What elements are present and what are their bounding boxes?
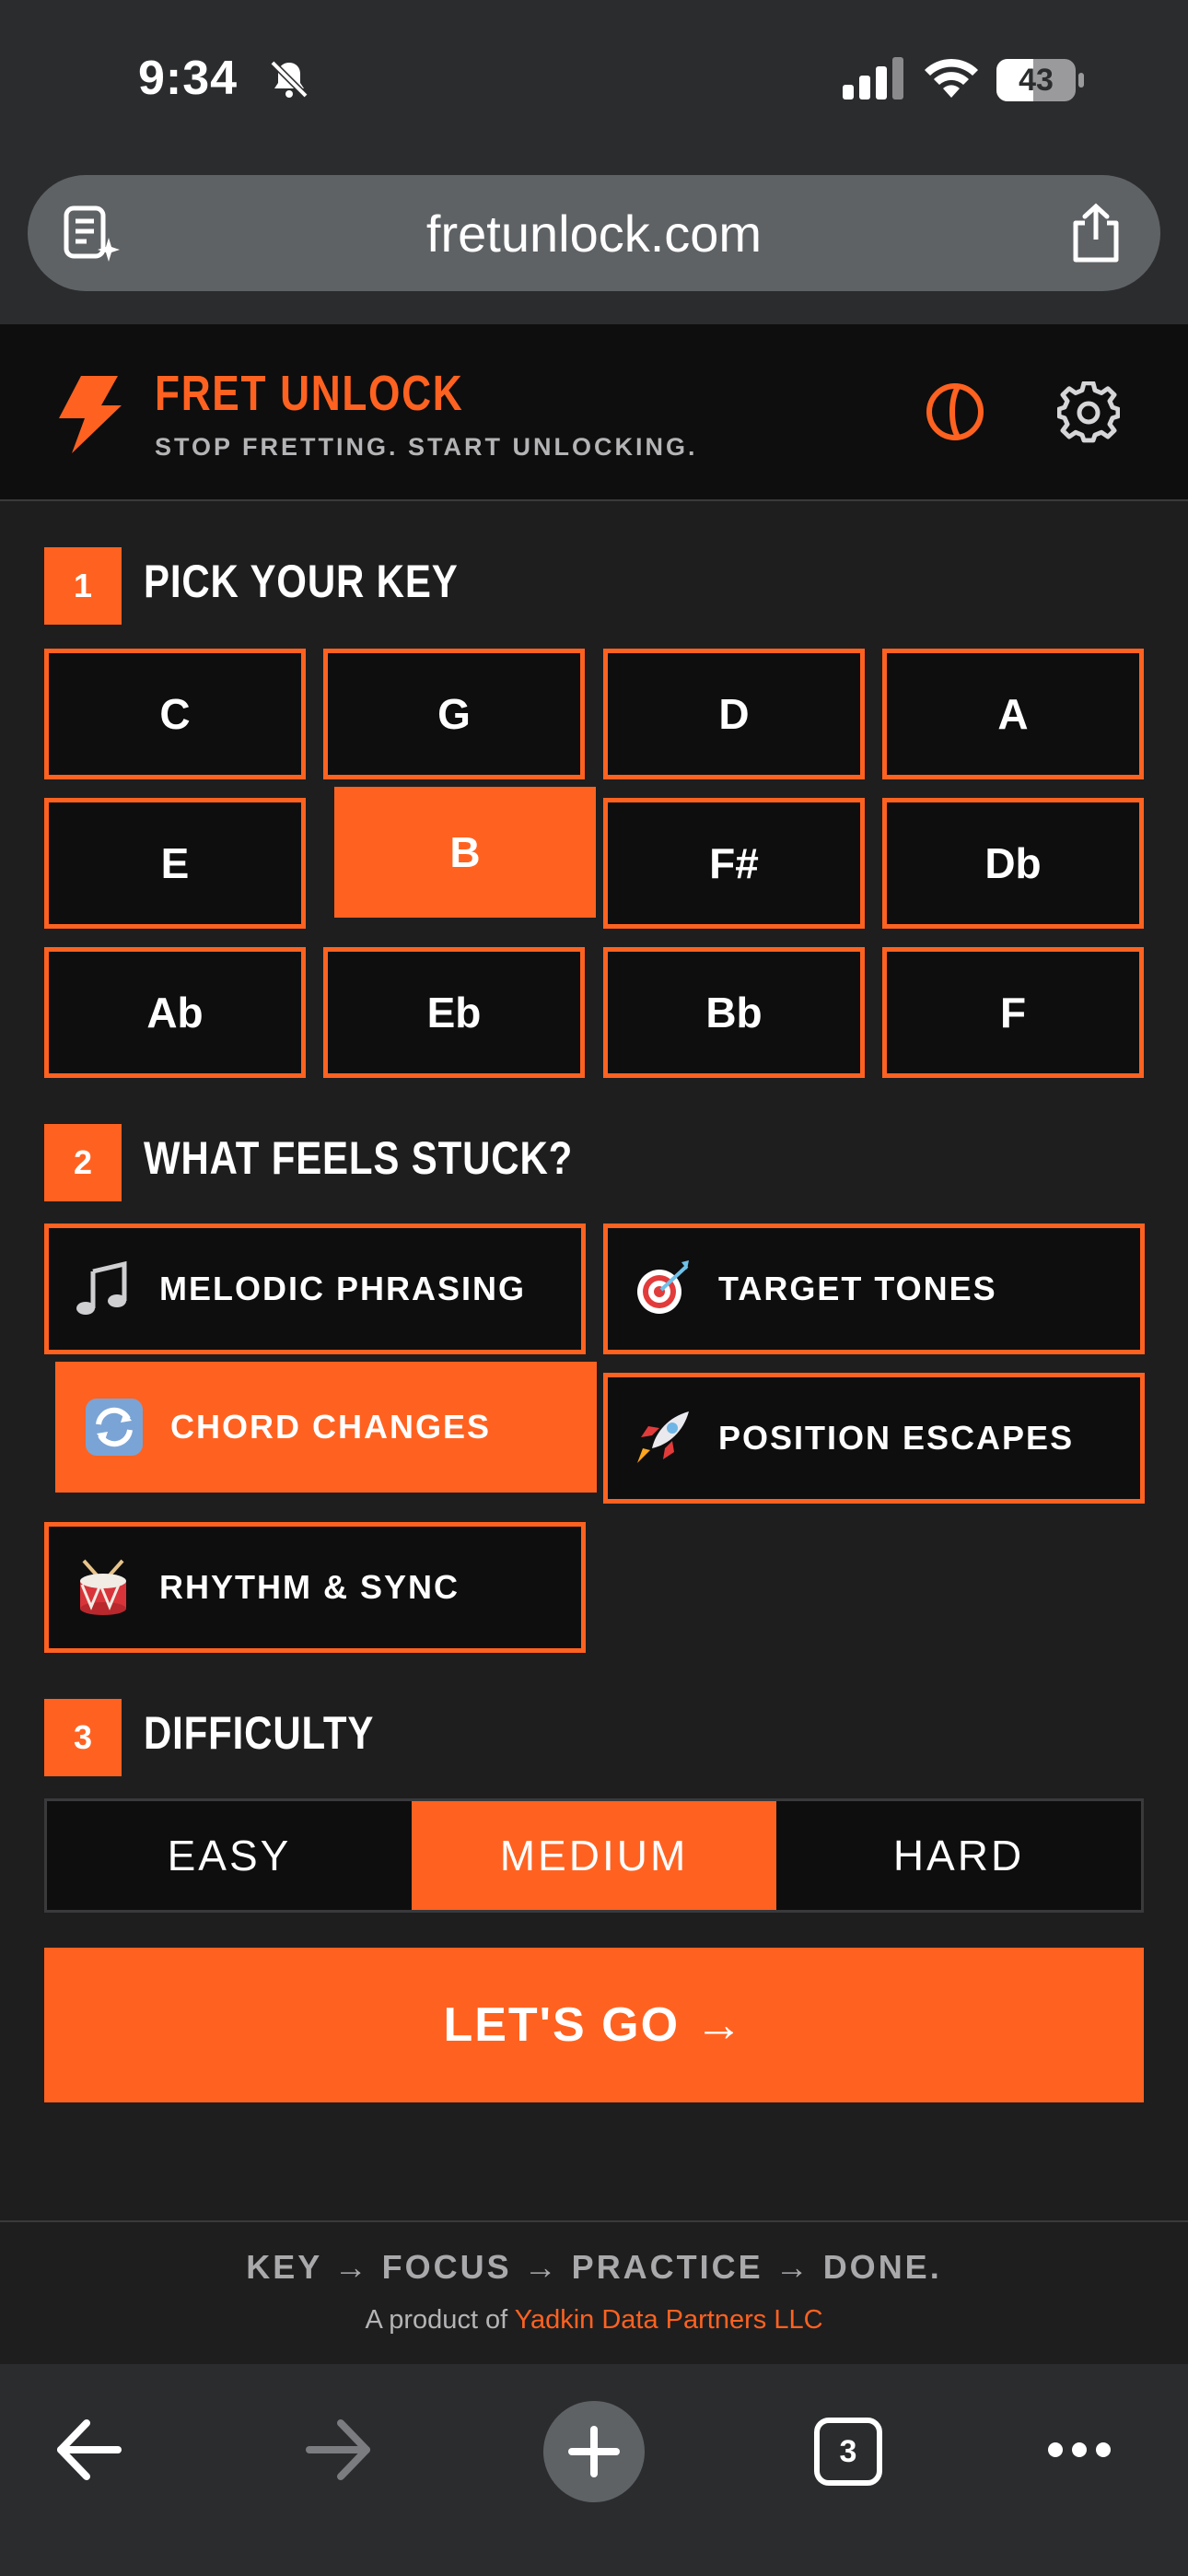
step-2-title: WHAT FEELS STUCK? [144, 1132, 574, 1184]
key-button-d-flat[interactable]: Db [882, 798, 1144, 929]
address-bar[interactable]: fretunlock.com [28, 175, 1160, 291]
target-icon [637, 1260, 689, 1314]
footer-flow: KEY → FOCUS → PRACTICE → DONE. [246, 2248, 942, 2286]
new-tab-button[interactable] [543, 2401, 645, 2502]
difficulty-hard[interactable]: HARD [776, 1801, 1141, 1910]
difficulty-medium-selected[interactable]: MEDIUM [412, 1801, 776, 1910]
forward-arrow-icon[interactable] [304, 2418, 374, 2482]
focus-position-escapes[interactable]: POSITION ESCAPES [603, 1373, 1145, 1504]
lets-go-button[interactable]: LET'S GO → [44, 1948, 1144, 2102]
key-button-b-selected[interactable]: B [334, 787, 596, 918]
wifi-icon [925, 58, 978, 98]
back-arrow-icon[interactable] [53, 2418, 123, 2482]
focus-label: RHYTHM & SYNC [159, 1568, 460, 1606]
brand-title: FRET UNLOCK [155, 366, 464, 421]
url-text[interactable]: fretunlock.com [28, 175, 1160, 291]
key-button-a-flat[interactable]: Ab [44, 947, 306, 1078]
key-button-c[interactable]: C [44, 649, 306, 779]
music-notes-icon [76, 1260, 127, 1315]
share-icon[interactable] [1068, 203, 1124, 263]
battery-level: 43 [1019, 62, 1054, 98]
focus-chord-changes-selected[interactable]: CHORD CHANGES [55, 1362, 597, 1493]
step-2-badge: 2 [44, 1124, 122, 1201]
footer-credit: A product of Yadkin Data Partners LLC [0, 2305, 1188, 2336]
key-button-f-sharp[interactable]: F# [603, 798, 865, 929]
key-button-g[interactable]: G [323, 649, 585, 779]
focus-rhythm-sync[interactable]: RHYTHM & SYNC [44, 1522, 586, 1653]
focus-label: TARGET TONES [718, 1270, 997, 1307]
drum-icon [80, 1559, 126, 1615]
key-button-f[interactable]: F [882, 947, 1144, 1078]
status-time: 9:34 [138, 52, 239, 105]
bolt-icon [59, 376, 122, 453]
focus-melodic-phrasing[interactable]: MELODIC PHRASING [44, 1224, 586, 1354]
bell-slash-icon [270, 60, 309, 99]
cycle-arrows-icon [86, 1399, 143, 1456]
gear-icon[interactable] [1057, 381, 1120, 444]
step-3-badge: 3 [44, 1699, 122, 1776]
browser-toolbar: 3 [0, 2364, 1188, 2576]
focus-label: POSITION ESCAPES [718, 1419, 1075, 1457]
plus-icon [568, 2426, 620, 2477]
key-button-a[interactable]: A [882, 649, 1144, 779]
brand-tagline: STOP FRETTING. START UNLOCKING. [155, 433, 698, 461]
focus-label: MELODIC PHRASING [159, 1270, 527, 1307]
signal-icon [843, 57, 903, 100]
difficulty-selector: EASY MEDIUM HARD [44, 1798, 1144, 1913]
key-button-b-flat[interactable]: Bb [603, 947, 865, 1078]
key-button-e-flat[interactable]: Eb [323, 947, 585, 1078]
difficulty-easy[interactable]: EASY [47, 1801, 412, 1910]
step-3-title: DIFFICULTY [144, 1707, 375, 1759]
browser-address-area: fretunlock.com [0, 157, 1188, 324]
credit-prefix: A product of [365, 2305, 515, 2335]
app-header: FRET UNLOCK STOP FRETTING. START UNLOCKI… [0, 324, 1188, 501]
more-icon[interactable] [1046, 2436, 1112, 2464]
focus-label: CHORD CHANGES [170, 1408, 492, 1446]
status-bar: 9:34 43 [0, 0, 1188, 157]
footer: KEY → FOCUS → PRACTICE → DONE. A product… [0, 2220, 1188, 2364]
key-button-e[interactable]: E [44, 798, 306, 929]
company-link[interactable]: Yadkin Data Partners LLC [515, 2305, 823, 2335]
focus-target-tones[interactable]: TARGET TONES [603, 1224, 1145, 1354]
guitar-pick-icon[interactable] [925, 381, 985, 442]
step-1-badge: 1 [44, 547, 122, 625]
step-1-title: PICK YOUR KEY [144, 556, 459, 607]
rocket-icon [637, 1411, 689, 1463]
tabs-icon[interactable]: 3 [814, 2418, 882, 2486]
key-button-d[interactable]: D [603, 649, 865, 779]
